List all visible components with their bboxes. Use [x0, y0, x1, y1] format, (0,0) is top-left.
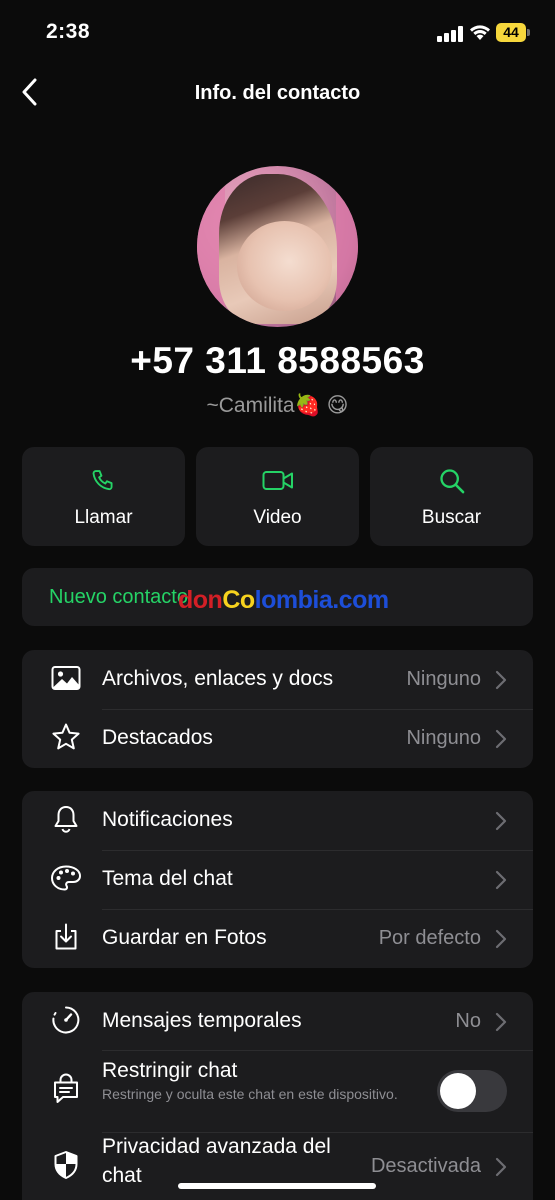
video-icon: [262, 467, 294, 500]
cellular-signal-icon: [437, 26, 463, 42]
row-label: Mensajes temporales: [102, 1009, 302, 1032]
chevron-right-icon: [495, 870, 507, 890]
chevron-right-icon: [495, 929, 507, 949]
restrict-chat-row: Restringir chat Restringe y oculta este …: [22, 1050, 533, 1132]
restrict-chat-toggle[interactable]: [437, 1070, 507, 1112]
advanced-privacy-row[interactable]: Privacidad avanzada del chat Desactivada: [22, 1132, 533, 1200]
chat-theme-row[interactable]: Tema del chat: [22, 850, 533, 909]
save-to-photos-row[interactable]: Guardar en Fotos Por defecto: [22, 909, 533, 968]
restrict-chat-description: Restringe y oculta este chat en este dis…: [102, 1086, 398, 1102]
row-value: Por defecto: [378, 927, 481, 949]
chevron-right-icon: [495, 729, 507, 749]
search-label: Buscar: [421, 507, 482, 528]
call-button[interactable]: Llamar: [22, 447, 185, 546]
media-section: Archivos, enlaces y docs Ninguno Destaca…: [22, 650, 533, 768]
chevron-right-icon: [495, 1012, 507, 1032]
row-label: Tema del chat: [102, 867, 233, 890]
new-contact-label: Nuevo contacto: [49, 586, 188, 608]
battery-level: 44: [496, 23, 526, 42]
wifi-icon: [469, 23, 491, 41]
settings-section: Notificaciones Tema del chat Guardar en …: [22, 791, 533, 968]
chevron-right-icon: [495, 1157, 507, 1177]
chevron-right-icon: [495, 811, 507, 831]
row-value: Ninguno: [406, 668, 481, 690]
row-value: Ninguno: [406, 727, 481, 749]
disappearing-messages-row[interactable]: Mensajes temporales No: [22, 992, 533, 1051]
contact-display-name: ~Camilita🍓 😋: [206, 394, 349, 417]
notifications-row[interactable]: Notificaciones: [22, 791, 533, 850]
star-icon: [51, 722, 81, 757]
contact-avatar[interactable]: [197, 166, 358, 327]
row-value: No: [455, 1010, 481, 1032]
image-icon: [51, 665, 81, 696]
shield-icon: [53, 1150, 79, 1185]
battery-icon: 44: [496, 23, 530, 42]
bell-icon: [52, 804, 80, 839]
privacy-section: Mensajes temporales No Restringir chat R…: [22, 992, 533, 1200]
row-label: Guardar en Fotos: [102, 926, 267, 949]
starred-row[interactable]: Destacados Ninguno: [22, 709, 533, 768]
call-label: Llamar: [74, 507, 133, 528]
row-label: Notificaciones: [102, 808, 233, 831]
search-button[interactable]: Buscar: [370, 447, 533, 546]
video-label: Video: [253, 507, 302, 528]
contact-phone-number: +57 311 8588563: [130, 340, 425, 381]
row-label: Destacados: [102, 726, 213, 749]
page-title: Info. del contacto: [194, 82, 361, 104]
row-value: Desactivada: [370, 1155, 481, 1177]
media-links-docs-row[interactable]: Archivos, enlaces y docs Ninguno: [22, 650, 533, 709]
row-label: Restringir chat: [102, 1059, 238, 1082]
chevron-right-icon: [495, 670, 507, 690]
home-indicator[interactable]: [178, 1183, 376, 1189]
palette-icon: [50, 864, 82, 897]
status-bar: 2:38 44: [0, 0, 555, 62]
timer-icon: [51, 1005, 81, 1040]
download-icon: [52, 922, 80, 957]
row-label: Privacidad avanzada del chat: [102, 1135, 331, 1187]
status-time: 2:38: [46, 20, 91, 43]
row-label: Archivos, enlaces y docs: [102, 667, 334, 690]
video-button[interactable]: Video: [196, 447, 359, 546]
watermark: donColombia.com: [178, 586, 389, 614]
phone-icon: [90, 467, 118, 500]
locked-chat-icon: [52, 1073, 80, 1110]
search-icon: [438, 467, 466, 500]
toggle-knob: [440, 1073, 476, 1109]
